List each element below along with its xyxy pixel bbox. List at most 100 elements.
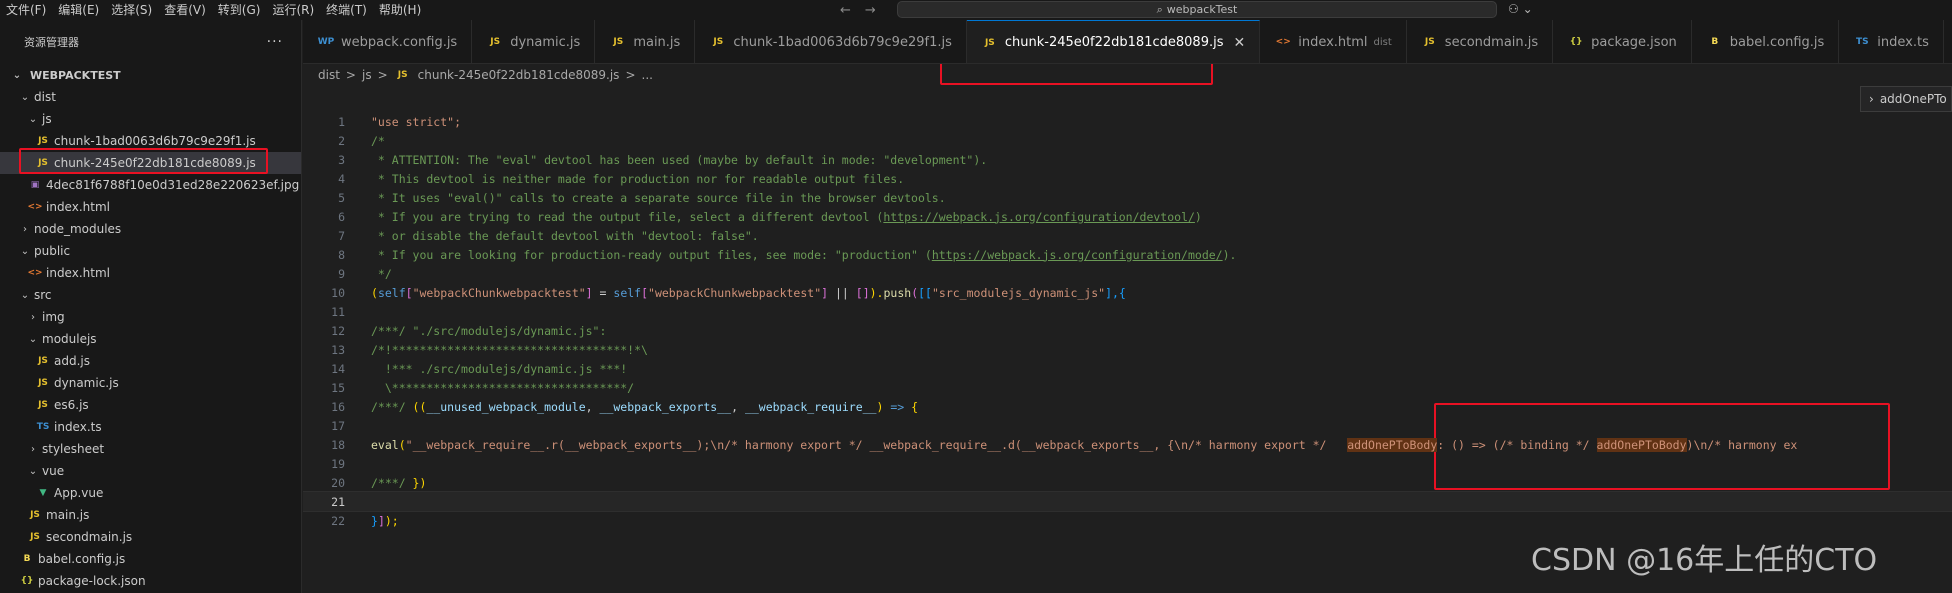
code-token: ],{ [1105,285,1126,300]
code-token: ). [1222,247,1237,262]
file-item[interactable]: JS main.js [0,504,301,526]
code-line: 9 */ [303,264,1952,283]
code-token: }) [412,475,427,490]
menu-item[interactable]: 查看(V) [158,0,212,20]
code-editor[interactable]: 1 "use strict"; 2 /* 3 * ATTENTION: The "eva… [303,86,1952,593]
chevron-down-icon: ⌄ [12,69,22,81]
menu-item[interactable]: 编辑(E) [52,0,105,20]
breadcrumb: dist > js > JS chunk-245e0f22db181cde8089.js >… [318,64,653,86]
js-file-icon: JS [490,37,501,47]
menu-item[interactable]: 终端(T) [320,0,373,20]
menu-item[interactable]: 帮助(H) [373,0,427,20]
file-item[interactable]: ▼ App.vue [0,482,301,504]
code-token: * ATTENTION: The "eval" devtool has been… [371,152,988,167]
code-token: [] [855,285,870,300]
code-token: \**********************************/ [371,380,635,395]
folder-item[interactable]: ⌄ src [0,284,301,306]
json-file-icon: {} [1569,37,1583,47]
close-icon[interactable]: ✕ [1233,35,1245,51]
copilot-icon[interactable]: ⚇ ⌄ [1508,2,1533,16]
file-item[interactable]: Bbabel.config.js [0,548,301,570]
tab-label: webpack.config.js [341,34,458,50]
chevron-down-icon: ⌄ [28,113,38,125]
code-token: /*!**********************************!*\ [371,342,648,357]
code-token: * This devtool is neither made for produ… [371,171,905,186]
folder-item[interactable]: ⌄ js [0,108,301,130]
file-item[interactable]: ▣ 4dec81f6788f10e0d31ed28e220623ef.jpg [0,174,301,196]
sticky-scroll-widget[interactable]: › addOnePTo [1860,86,1952,112]
code-text: }]); [345,514,399,528]
editor-tab[interactable]: JS secondmain.js [1407,20,1554,63]
chevron-down-icon: ⌄ [20,91,30,103]
code-token: "use strict"; [371,114,462,129]
code-token: ). [869,285,884,300]
code-text: */ [345,267,392,281]
folder-item[interactable]: ⌄ public [0,240,301,262]
editor-tab[interactable]: {} package.json [1553,20,1692,63]
editor-tab[interactable]: JSadd.j [1944,20,1952,63]
tab-label: babel.config.js [1729,34,1825,50]
file-item[interactable]: {} package-lock.json [0,570,301,592]
line-number: 19 [331,456,345,471]
file-item[interactable]: <> index.html [0,196,301,218]
folder-item[interactable]: ⌄ dist [0,86,301,108]
project-root[interactable]: ⌄ WEBPACKTEST [0,64,301,86]
folder-item[interactable]: › img [0,306,301,328]
editor-tab[interactable]: JS chunk-245e0f22db181cde8089.js ✕ [966,20,1261,63]
file-item[interactable]: TS index.ts [0,416,301,438]
editor-tab[interactable]: JS main.js [595,20,696,63]
editor-tab[interactable]: Bbabel.config.js [1692,20,1840,63]
line-number: 13 [331,342,345,357]
image-file-icon: ▣ [30,180,40,190]
menu-item[interactable]: 选择(S) [105,0,158,20]
code-line: 6 * If you are trying to read the output… [303,207,1952,226]
folder-item[interactable]: › stylesheet [0,438,301,460]
code-text: /***/ "./src/modulejs/dynamic.js": [345,324,606,338]
explorer-sidebar: 资源管理器 ··· ⌄ WEBPACKTEST ⌄ dist ⌄ js JS chunk-… [0,20,302,593]
breadcrumb-item[interactable]: ... [642,68,653,82]
code-token: (( [412,399,427,414]
file-item[interactable]: JS es6.js [0,394,301,416]
tree-item-label: secondmain.js [46,530,133,544]
ts-file-icon: TS [1855,37,1869,47]
folder-item[interactable]: ⌄ modulejs [0,328,301,350]
forward-arrow-icon[interactable]: → [865,3,876,18]
folder-item[interactable]: › node_modules [0,218,301,240]
code-token: https://webpack.js.org/configuration/mod… [931,247,1223,262]
breadcrumb-item[interactable]: js [362,68,372,82]
code-text: /*!**********************************!*\ [345,343,648,357]
command-center[interactable]: ⌕ webpackTest [897,1,1497,18]
folder-item[interactable]: ⌄ vue [0,460,301,482]
menu-item[interactable]: 运行(R) [266,0,320,20]
tab-label: index.html [1298,34,1368,50]
editor-tab[interactable]: JS chunk-1bad0063d6b79c9e29f1.js [695,20,967,63]
code-token: ( [398,437,406,452]
code-text: /***/ }) [345,476,426,490]
title-bar: 文件(F) 编辑(E) 选择(S) 查看(V) 转到(G) 运行(R) 终端(T) 帮助(H)… [0,0,1952,20]
file-item[interactable]: JS secondmain.js [0,526,301,548]
editor-tab[interactable]: <> index.html dist [1260,20,1407,63]
file-item[interactable]: JS dynamic.js [0,372,301,394]
code-text: (self["webpackChunkwebpacktest"] = self[… [345,286,1126,300]
code-token: * or disable the default devtool with "d… [371,228,759,243]
editor-tab[interactable]: JS dynamic.js [472,20,596,63]
more-actions-icon[interactable]: ··· [267,34,283,50]
code-token: "webpackChunkwebpacktest" [412,285,586,300]
breadcrumb-item[interactable]: chunk-245e0f22db181cde8089.js [418,68,620,82]
editor-tab[interactable]: WP webpack.config.js [303,20,473,63]
editor-tab[interactable]: TS index.ts [1839,20,1944,63]
menu-item[interactable]: 文件(F) [0,0,52,20]
file-item[interactable]: <> index.html [0,262,301,284]
menu-item[interactable]: 转到(G) [212,0,267,20]
breadcrumb-item[interactable]: dist [318,68,340,82]
code-text: \**********************************/ [345,381,634,395]
file-item[interactable]: JS add.js [0,350,301,372]
tree-item-label: js [42,112,52,126]
code-text: !*** ./src/modulejs/dynamic.js ***! [345,362,627,376]
back-arrow-icon[interactable]: ← [840,3,851,18]
code-token: ] [585,285,593,300]
tab-label: chunk-245e0f22db181cde8089.js [1004,35,1224,50]
vue-file-icon: ▼ [39,488,47,498]
code-token: __unused_webpack_module [426,399,586,414]
code-line: 17 [303,416,1952,435]
